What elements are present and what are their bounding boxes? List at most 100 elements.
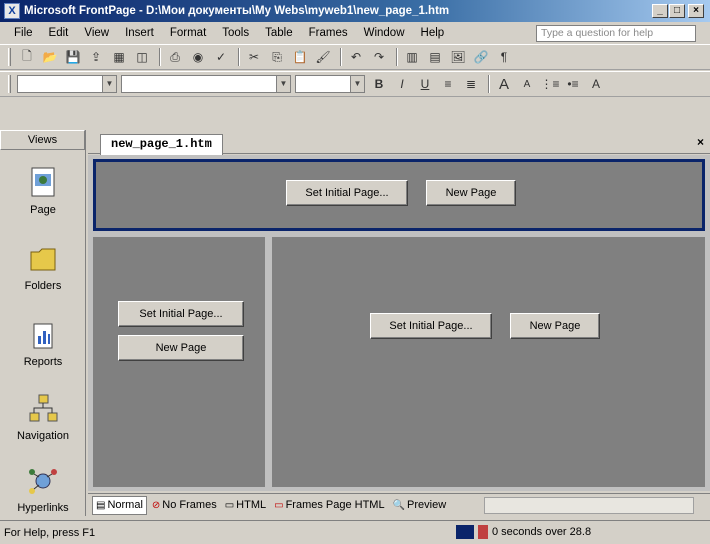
toolbar-separator [396,48,398,66]
toolbar-separator [340,48,342,66]
toolbar-grip[interactable] [8,75,11,93]
insert-picture-icon[interactable]: 🖼 [448,47,468,67]
tab-html[interactable]: ▭ HTML [222,496,269,515]
format-painter-icon[interactable]: 🖌 [313,47,333,67]
menu-edit[interactable]: Edit [41,23,77,43]
bold-icon[interactable]: B [369,74,389,94]
align-left-icon[interactable]: ≡ [438,74,458,94]
tab-preview[interactable]: 🔍 Preview [390,496,450,515]
tab-no-frames[interactable]: ⊘ No Frames [149,496,220,515]
menu-file[interactable]: File [6,23,41,43]
frameset-editor: Set Initial Page... New Page Set Initial… [88,155,710,491]
preview-browser-icon[interactable]: ◉ [188,47,208,67]
hyperlinks-icon [26,464,60,498]
toolbar-grip[interactable] [8,48,11,66]
new-page-button[interactable]: New Page [118,335,244,361]
hyperlink-icon[interactable]: 🔗 [471,47,491,67]
set-initial-page-button[interactable]: Set Initial Page... [370,313,492,339]
redo-icon[interactable]: ↷ [369,47,389,67]
no-frames-icon: ⊘ [151,500,161,511]
web-component-icon[interactable]: ◫ [132,47,152,67]
menu-insert[interactable]: Insert [117,23,162,43]
spelling-icon[interactable]: ✓ [211,47,231,67]
normal-icon: ▤ [96,500,106,511]
close-button[interactable]: × [688,4,704,18]
font-size-combo[interactable]: ▼ [295,75,365,93]
navigation-icon [26,392,60,426]
view-navigation[interactable]: Navigation [0,392,86,442]
open-icon[interactable]: 📂 [40,47,60,67]
menu-view[interactable]: View [76,23,117,43]
align-center-icon[interactable]: ≣ [461,74,481,94]
font-combo[interactable]: ▼ [121,75,291,93]
undo-icon[interactable]: ↶ [346,47,366,67]
tab-normal[interactable]: ▤ Normal [92,496,147,515]
standard-toolbar: 🗋 📂 💾 ⇪ ▦ ◫ ⎙ ◉ ✓ ✂ ⎘ 📋 🖌 ↶ ↷ ▥ ▤ 🖼 🔗 ¶ [0,44,710,70]
preview-icon: 🔍 [392,500,406,511]
document-tab-strip: new_page_1.htm × [88,130,710,155]
view-label: Navigation [17,430,69,442]
download-time-text: 0 seconds over 28.8 [492,526,592,538]
publish-icon[interactable]: ⇪ [86,47,106,67]
view-reports[interactable]: Reports [0,318,86,368]
folder-icon [26,242,60,276]
main-frame[interactable]: Set Initial Page... New Page [272,237,705,487]
restore-button[interactable]: □ [669,4,685,18]
close-document-icon[interactable]: × [697,135,704,149]
font-color-icon[interactable]: A [586,74,606,94]
new-page-button[interactable]: New Page [426,180,516,206]
connection-icon [456,525,474,539]
numbered-list-icon[interactable]: ⋮≡ [540,74,560,94]
frontpage-app-icon[interactable]: X [4,3,20,19]
menu-window[interactable]: Window [356,23,413,43]
increase-font-icon[interactable]: A [494,74,514,94]
view-page[interactable]: Page [0,166,86,216]
top-frame[interactable]: Set Initial Page... New Page [93,159,705,231]
italic-icon[interactable]: I [392,74,412,94]
tab-label: No Frames [162,499,217,511]
menu-format[interactable]: Format [162,23,214,43]
menu-help[interactable]: Help [413,23,453,43]
show-all-icon[interactable]: ¶ [494,47,514,67]
document-tab[interactable]: new_page_1.htm [100,134,223,155]
insert-table-icon[interactable]: ▤ [425,47,445,67]
view-label: Reports [23,356,63,368]
tab-label: Normal [107,499,143,511]
tab-frames-page-html[interactable]: ▭ Frames Page HTML [271,496,387,515]
chevron-down-icon: ▼ [276,76,290,92]
menu-frames[interactable]: Frames [301,23,356,43]
folder-list-icon[interactable]: ▦ [109,47,129,67]
cut-icon[interactable]: ✂ [244,47,264,67]
new-page-button[interactable]: New Page [510,313,600,339]
underline-icon[interactable]: U [415,74,435,94]
frames-html-icon: ▭ [274,500,284,511]
set-initial-page-button[interactable]: Set Initial Page... [118,301,244,327]
left-frame[interactable]: Set Initial Page... New Page [93,237,265,487]
views-header: Views [0,130,85,150]
tab-label: HTML [236,499,267,511]
insert-component-icon[interactable]: ▥ [402,47,422,67]
set-initial-page-button[interactable]: Set Initial Page... [286,180,408,206]
save-icon[interactable]: 💾 [63,47,83,67]
window-title: Microsoft FrontPage - D:\Мои документы\M… [24,5,450,17]
horizontal-scrollbar[interactable] [484,497,694,514]
view-hyperlinks[interactable]: Hyperlinks [0,464,86,514]
tab-label: Preview [407,499,447,511]
decrease-font-icon[interactable]: A [517,74,537,94]
toolbar-separator [238,48,240,66]
paste-icon[interactable]: 📋 [290,47,310,67]
hourglass-icon [478,525,488,539]
bullet-list-icon[interactable]: •≡ [563,74,583,94]
tab-label: Frames Page HTML [285,499,385,511]
new-page-icon[interactable]: 🗋 [17,47,37,67]
copy-icon[interactable]: ⎘ [267,47,287,67]
ask-question-input[interactable]: Type a question for help [536,25,696,42]
menu-table[interactable]: Table [257,23,301,43]
menu-tools[interactable]: Tools [214,23,257,43]
view-label: Page [30,204,56,216]
minimize-button[interactable]: _ [652,4,668,18]
page-view-icon [26,166,60,200]
print-icon[interactable]: ⎙ [165,47,185,67]
style-combo[interactable]: ▼ [17,75,117,93]
view-folders[interactable]: Folders [0,242,86,292]
